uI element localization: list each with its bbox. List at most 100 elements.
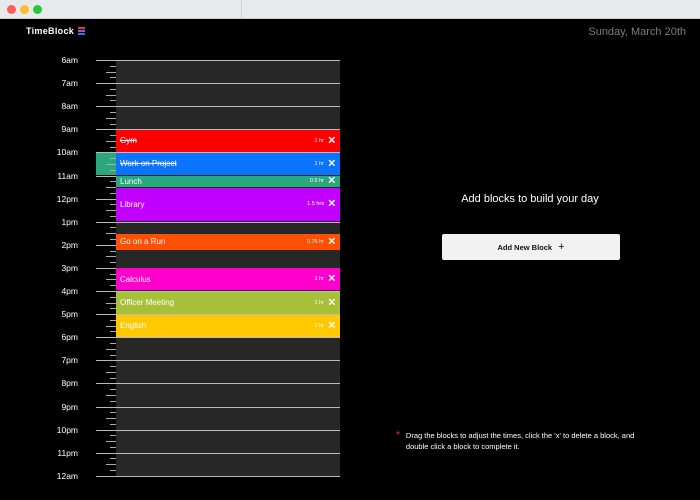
quarter-hour-tick: [106, 279, 116, 281]
logo-stripe: [78, 27, 86, 29]
hour-label: 8pm: [61, 378, 78, 389]
hour-gridline: [96, 406, 340, 408]
quarter-hour-tick: [110, 400, 116, 402]
quarter-hour-tick: [106, 418, 116, 420]
hour-gridline: [96, 429, 340, 431]
hour-gridline: [96, 475, 340, 477]
quarter-hour-tick: [110, 227, 116, 229]
app-title: TimeBlock: [26, 26, 75, 36]
block-duration: 0.5 hr: [309, 178, 324, 185]
hour-label: 7am: [61, 78, 78, 89]
help-text: Drag the blocks to adjust the times, cli…: [405, 431, 635, 451]
hour-label: 9am: [61, 124, 78, 135]
quarter-hour-tick: [106, 371, 116, 373]
hour-label: 10pm: [56, 424, 78, 435]
quarter-hour-tick: [110, 111, 116, 113]
quarter-hour-tick: [106, 348, 116, 350]
hour-label: 1pm: [61, 216, 78, 227]
quarter-hour-tick: [106, 163, 116, 165]
quarter-hour-tick: [110, 100, 116, 102]
quarter-hour-tick: [110, 262, 116, 264]
quarter-hour-tick: [110, 435, 116, 437]
block-name: Lunch: [120, 176, 142, 186]
block-duration: 1 hr: [314, 137, 324, 144]
hour-label: 12am: [56, 470, 78, 481]
delete-block-icon[interactable]: ✕: [328, 274, 336, 285]
quarter-hour-tick: [106, 71, 116, 73]
delete-block-icon[interactable]: ✕: [328, 135, 336, 146]
hour-gridline: [96, 452, 340, 454]
quarter-hour-tick: [106, 94, 116, 96]
help-note: * Drag the blocks to adjust the times, c…: [396, 430, 658, 452]
hour-gridline: [96, 106, 340, 108]
hour-label: 3pm: [61, 262, 78, 273]
quarter-hour-tick: [110, 342, 116, 344]
close-window-icon[interactable]: [7, 5, 16, 14]
hour-label: 10am: [56, 147, 78, 158]
hour-label: 7pm: [61, 355, 78, 366]
quarter-hour-tick: [106, 325, 116, 327]
minimize-window-icon[interactable]: [20, 5, 29, 14]
delete-block-icon[interactable]: ✕: [328, 297, 336, 308]
window-titlebar: [0, 0, 700, 19]
quarter-hour-tick: [106, 233, 116, 235]
block-duration: 0.75 hr: [306, 238, 324, 245]
quarter-hour-tick: [106, 256, 116, 258]
block-duration: 1 hr: [314, 322, 324, 329]
block-name: Library: [120, 199, 145, 209]
hour-label: 9pm: [61, 401, 78, 412]
delete-block-icon[interactable]: ✕: [328, 199, 336, 210]
time-block[interactable]: Work on Project 1 hr ✕: [116, 152, 340, 175]
maximize-window-icon[interactable]: [33, 5, 42, 14]
block-duration: 1.5 hrs: [307, 201, 324, 208]
block-name: Go on a Run: [120, 237, 166, 247]
hour-label: 2pm: [61, 239, 78, 250]
hour-label: 5pm: [61, 309, 78, 320]
hour-gridline: [96, 221, 340, 223]
quarter-hour-tick: [110, 366, 116, 368]
time-block[interactable]: Gym 1 hr ✕: [116, 129, 340, 152]
quarter-hour-tick: [110, 123, 116, 125]
time-block[interactable]: Library 1.5 hrs ✕: [116, 187, 340, 222]
delete-block-icon[interactable]: ✕: [328, 320, 336, 331]
hour-label: 11pm: [57, 447, 78, 458]
logo-stripe: [78, 30, 86, 32]
time-block[interactable]: Officer Meeting 1 hr ✕: [116, 291, 340, 314]
add-new-block-button[interactable]: Add New Block +: [442, 234, 620, 260]
block-duration: 1 hr: [314, 276, 324, 283]
app-logo: TimeBlock: [26, 26, 86, 36]
block-name: English: [120, 321, 147, 331]
quarter-hour-tick: [106, 117, 116, 119]
block-name: Officer Meeting: [120, 298, 175, 308]
delete-block-icon[interactable]: ✕: [328, 236, 336, 247]
delete-block-icon[interactable]: ✕: [328, 176, 336, 187]
time-block[interactable]: Lunch 0.5 hr ✕: [116, 176, 340, 187]
quarter-hour-tick: [106, 210, 116, 212]
quarter-hour-tick: [106, 441, 116, 443]
hour-label: 12pm: [56, 193, 78, 204]
hour-label: 11am: [57, 170, 78, 181]
quarter-hour-tick: [110, 446, 116, 448]
quarter-hour-tick: [106, 187, 116, 189]
quarter-hour-tick: [110, 77, 116, 79]
hour-label: 6pm: [61, 332, 78, 343]
quarter-hour-tick: [106, 302, 116, 304]
quarter-hour-tick: [110, 389, 116, 391]
quarter-hour-tick: [110, 354, 116, 356]
hour-label: 6am: [61, 55, 78, 65]
block-duration: 1 hr: [314, 299, 324, 306]
hour-label: 4pm: [61, 286, 78, 296]
quarter-hour-tick: [106, 140, 116, 142]
block-duration: 1 hr: [314, 160, 324, 167]
titlebar-divider: [241, 0, 242, 19]
hour-gridline: [96, 83, 340, 85]
hour-gridline: [96, 383, 340, 385]
hour-gridline: [96, 337, 340, 339]
quarter-hour-tick: [106, 394, 116, 396]
time-block[interactable]: Go on a Run 0.75 hr ✕: [116, 233, 340, 251]
block-name: Gym: [120, 136, 137, 146]
plus-icon: +: [558, 241, 565, 253]
time-block[interactable]: Calculus 1 hr ✕: [116, 268, 340, 291]
delete-block-icon[interactable]: ✕: [328, 158, 336, 169]
time-block[interactable]: English 1 hr ✕: [116, 314, 340, 337]
